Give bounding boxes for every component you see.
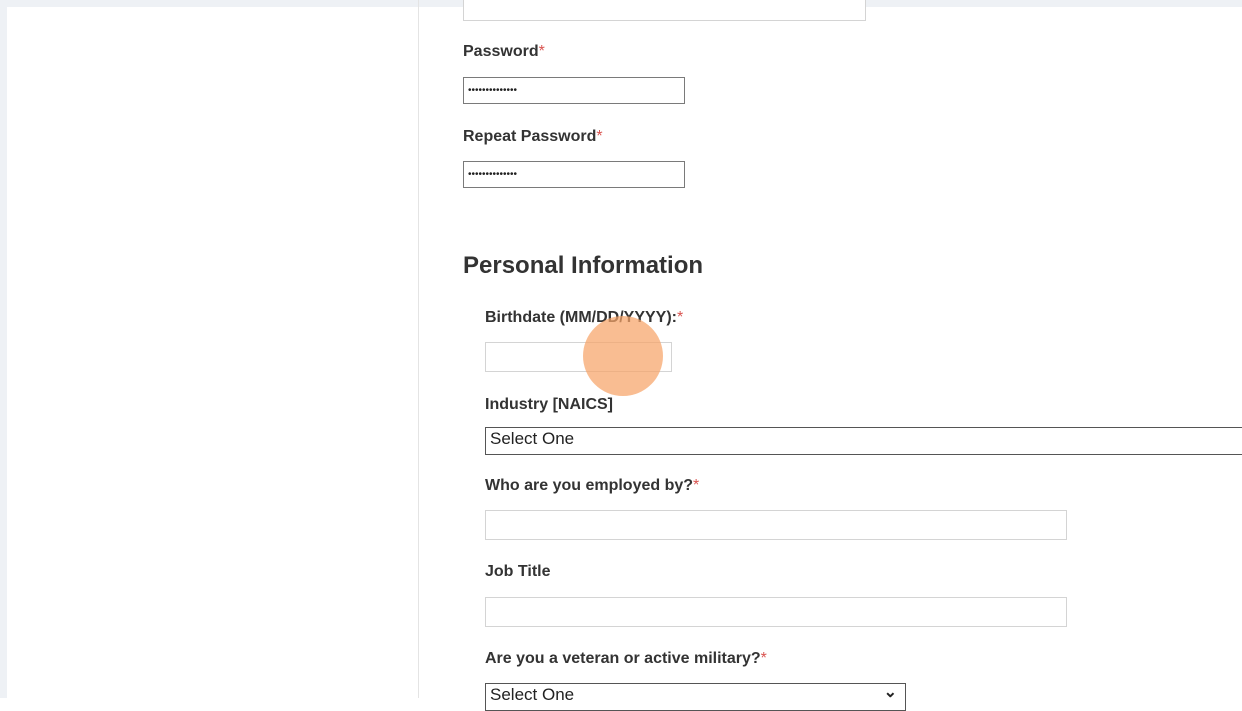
birthdate-label-text: Birthdate (MM/DD/YYYY): — [485, 309, 677, 326]
industry-selected-value: Select One — [490, 429, 575, 448]
required-mark: * — [538, 43, 545, 60]
password-input[interactable]: •••••••••••••• — [463, 77, 685, 104]
employer-label-text: Who are you employed by? — [485, 477, 694, 494]
left-panel — [0, 0, 7, 698]
veteran-label: Are you a veteran or active military?* — [485, 650, 767, 668]
veteran-label-text: Are you a veteran or active military? — [485, 650, 761, 667]
required-mark: * — [693, 477, 700, 494]
birthdate-label: Birthdate (MM/DD/YYYY):* — [485, 309, 683, 327]
repeat-password-label-text: Repeat Password — [463, 128, 597, 145]
job-title-label: Job Title — [485, 563, 551, 580]
veteran-select[interactable]: Select One ⌄ — [485, 683, 906, 711]
repeat-password-label: Repeat Password* — [463, 128, 603, 146]
industry-select[interactable]: Select One — [485, 427, 1242, 455]
repeat-password-input[interactable]: •••••••••••••• — [463, 161, 685, 188]
section-title-personal-information: Personal Information — [463, 252, 704, 279]
password-value: •••••••••••••• — [468, 85, 518, 96]
job-title-input[interactable] — [485, 597, 1067, 627]
employer-label: Who are you employed by?* — [485, 477, 699, 495]
industry-label: Industry [NAICS] — [485, 396, 613, 413]
content-divider — [418, 0, 419, 698]
password-label: Password* — [463, 43, 545, 61]
veteran-selected-value: Select One — [490, 685, 575, 704]
repeat-password-value: •••••••••••••• — [468, 169, 518, 180]
required-mark: * — [760, 650, 767, 667]
username-input[interactable] — [463, 0, 866, 21]
password-label-text: Password — [463, 43, 539, 60]
employer-input[interactable] — [485, 510, 1067, 540]
chevron-down-icon: ⌄ — [883, 684, 897, 701]
click-cursor-indicator — [583, 316, 663, 396]
required-mark: * — [596, 128, 603, 145]
required-mark: * — [677, 309, 684, 326]
